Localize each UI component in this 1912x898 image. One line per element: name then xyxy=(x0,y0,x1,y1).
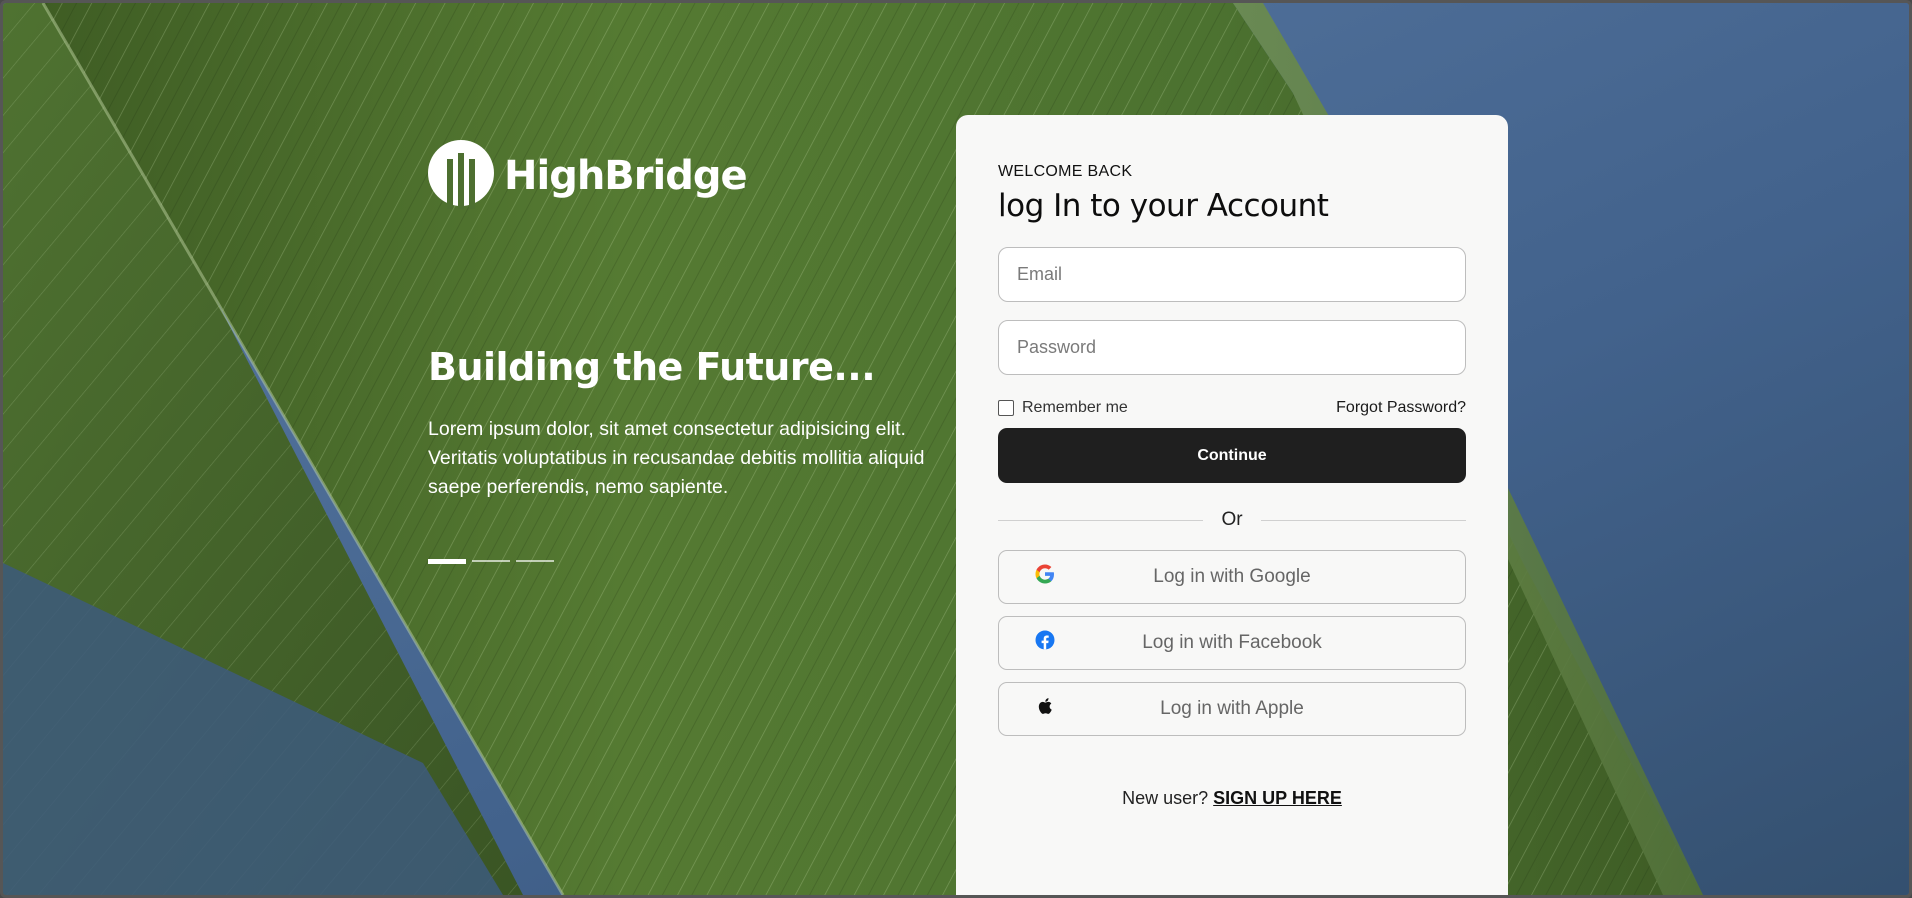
email-field[interactable] xyxy=(998,247,1466,302)
app-window: HighBridge Building the Future... Lorem … xyxy=(0,0,1912,898)
highbridge-logo-icon xyxy=(428,140,494,209)
carousel-indicators xyxy=(428,559,948,564)
signup-link[interactable]: SIGN UP HERE xyxy=(1213,788,1342,808)
divider-line-right xyxy=(1260,519,1467,521)
hero-panel: HighBridge Building the Future... Lorem … xyxy=(428,137,948,564)
carousel-dot-1[interactable] xyxy=(428,559,466,564)
welcome-eyebrow: WELCOME BACK xyxy=(998,163,1133,180)
password-field[interactable] xyxy=(998,320,1466,375)
or-divider: Or xyxy=(998,509,1467,531)
remember-me-label: Remember me xyxy=(1022,399,1128,416)
login-title: log In to your Account xyxy=(998,188,1329,224)
carousel-dot-2[interactable] xyxy=(472,560,510,562)
facebook-login-label: Log in with Facebook xyxy=(1142,632,1322,653)
remember-forgot-row: Remember me Forgot Password? xyxy=(998,397,1466,419)
signup-prompt: New user? SIGN UP HERE xyxy=(998,788,1466,809)
remember-me-checkbox[interactable] xyxy=(998,400,1014,416)
apple-login-label: Log in with Apple xyxy=(1160,698,1304,719)
google-login-label: Log in with Google xyxy=(1153,566,1311,587)
apple-icon xyxy=(1038,698,1052,714)
signup-prompt-text: New user? xyxy=(1122,788,1209,808)
google-icon xyxy=(1035,564,1054,584)
facebook-icon xyxy=(1035,630,1055,650)
hero-body: Lorem ipsum dolor, sit amet consectetur … xyxy=(428,418,925,498)
apple-login-button[interactable]: Log in with Apple xyxy=(998,682,1466,736)
remember-me[interactable]: Remember me xyxy=(998,399,1128,417)
forgot-password-link[interactable]: Forgot Password? xyxy=(1336,399,1466,417)
facebook-login-button[interactable]: Log in with Facebook xyxy=(998,616,1466,670)
google-login-button[interactable]: Log in with Google xyxy=(998,550,1466,604)
continue-button[interactable]: Continue xyxy=(998,428,1466,483)
divider-line-left xyxy=(998,519,1204,521)
carousel-dot-3[interactable] xyxy=(516,560,554,562)
hero-headline: Building the Future... xyxy=(428,345,876,389)
login-card: WELCOME BACK log In to your Account Reme… xyxy=(956,115,1508,895)
divider-label: Or xyxy=(1221,509,1243,530)
brand-logo: HighBridge xyxy=(428,137,948,209)
brand-name: HighBridge xyxy=(504,153,748,199)
